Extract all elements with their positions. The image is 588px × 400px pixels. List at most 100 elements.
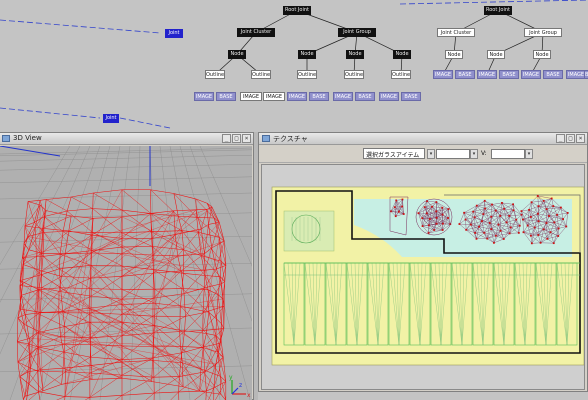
mesh-edge (91, 312, 123, 315)
graph-node[interactable]: IMAGE (379, 92, 399, 101)
minimize-icon[interactable]: _ (222, 134, 231, 143)
uv-vertex (520, 210, 523, 213)
graph-node[interactable]: Joint Cluster (437, 28, 475, 37)
mesh-edge (194, 390, 207, 400)
uv-canvas[interactable] (261, 164, 585, 390)
mesh-edge (41, 230, 69, 254)
graph-node[interactable]: Outline (391, 70, 411, 79)
maximize-icon[interactable]: □ (566, 134, 575, 143)
uv-vertex (490, 215, 493, 218)
mesh-edge (22, 257, 42, 275)
mesh-edge (89, 288, 123, 290)
graph-node[interactable]: Node (533, 50, 551, 59)
graph-node[interactable]: BASE (309, 92, 329, 101)
mesh-edge (184, 312, 204, 332)
chevron-down-icon[interactable]: ▾ (427, 149, 435, 159)
mesh-edge (21, 289, 39, 296)
uv-vertex (465, 228, 468, 231)
mesh-edge (91, 210, 174, 251)
mesh-edge (217, 294, 223, 300)
uv-vertex (552, 242, 555, 245)
graph-node[interactable]: Joint Cluster (237, 28, 275, 37)
mesh-edge (64, 396, 90, 398)
graph-node[interactable]: Node (445, 50, 463, 59)
mesh-edge (46, 199, 68, 212)
uv-island-green (283, 210, 335, 252)
v-value-field[interactable] (491, 149, 525, 159)
mesh-edge (42, 384, 62, 392)
viewport-titlebar[interactable]: 3D View _ □ × (0, 133, 253, 145)
uv-vertex (522, 231, 525, 234)
graph-node[interactable]: IMAGE (333, 92, 353, 101)
graph-node[interactable]: Joint Group (524, 28, 562, 37)
uv-vertex (503, 207, 506, 210)
uv-vertex (427, 224, 430, 227)
graph-node[interactable]: IMAGE (194, 92, 214, 101)
mesh-edge (153, 230, 183, 274)
graph-node[interactable]: Node (346, 50, 364, 59)
mesh-edge (185, 312, 204, 317)
graph-node[interactable]: IMAGE (263, 92, 285, 101)
graph-node[interactable]: Root Joint (283, 6, 311, 15)
mesh-edge (61, 253, 66, 277)
mesh-edge (16, 317, 19, 342)
mesh-edge (178, 391, 180, 400)
graph-node[interactable]: Outline (344, 70, 364, 79)
uv-vertex (402, 213, 405, 215)
mesh-edge (92, 378, 123, 380)
node-graph-editor[interactable]: Joint Root Joint Root Joint Joint Cluster Jo… (0, 0, 588, 132)
u-value-field[interactable] (436, 149, 470, 159)
mesh-edge (38, 391, 41, 400)
window-icon (262, 135, 270, 142)
uv-vertex (483, 199, 486, 202)
mesh-edge (195, 198, 208, 204)
mesh-edge (91, 246, 123, 251)
mesh-edge (27, 201, 35, 223)
graph-node[interactable]: Node (487, 50, 505, 59)
graph-node[interactable]: Joint (165, 29, 183, 38)
maximize-icon[interactable]: □ (232, 134, 241, 143)
uv-vertex (482, 213, 485, 216)
uv-vertex (528, 208, 530, 211)
graph-node[interactable]: IMAGE (566, 70, 586, 79)
close-icon[interactable]: × (576, 134, 585, 143)
mesh-edge (16, 341, 19, 362)
mesh-edge (196, 217, 215, 219)
graph-node[interactable]: Node (228, 50, 246, 59)
graph-node[interactable]: BASE (355, 92, 375, 101)
mesh-edge (153, 393, 155, 400)
3d-viewport[interactable]: x yz (0, 146, 252, 400)
graph-node[interactable]: IMAGE (477, 70, 497, 79)
graph-node[interactable]: Outline (205, 70, 225, 79)
graph-node[interactable]: BASE (499, 70, 519, 79)
graph-node[interactable]: Joint Group (338, 28, 376, 37)
texture-editor-titlebar[interactable]: テクスチャ _ □ × (259, 133, 587, 145)
v-spinner-icon[interactable]: ▾ (525, 149, 533, 159)
uv-vertex (512, 209, 515, 212)
graph-node[interactable]: Root Joint (484, 6, 512, 15)
uv-vertex (484, 207, 487, 210)
mesh-edge (202, 287, 205, 313)
mesh-edge (121, 297, 154, 300)
graph-node[interactable]: Node (298, 50, 316, 59)
graph-node[interactable]: BASE (543, 70, 563, 79)
u-spinner-icon[interactable]: ▾ (470, 149, 478, 159)
mesh-edge (60, 287, 64, 312)
graph-node[interactable]: IMAGE (240, 92, 262, 101)
graph-node[interactable]: IMAGE (521, 70, 541, 79)
close-icon[interactable]: × (242, 134, 251, 143)
graph-node[interactable]: BASE (455, 70, 475, 79)
graph-node[interactable]: BASE (401, 92, 421, 101)
mesh-edge (56, 396, 66, 400)
graph-node[interactable]: Joint (103, 114, 119, 123)
minimize-icon[interactable]: _ (556, 134, 565, 143)
graph-node[interactable]: IMAGE (433, 70, 453, 79)
graph-node[interactable]: IMAGE (287, 92, 307, 101)
graph-node[interactable]: Node (393, 50, 411, 59)
graph-node[interactable]: BASE (584, 70, 588, 79)
mesh-edge (40, 291, 60, 313)
mesh-edge (28, 332, 38, 339)
graph-node[interactable]: Outline (297, 70, 317, 79)
graph-node[interactable]: BASE (216, 92, 236, 101)
graph-node[interactable]: Outline (251, 70, 271, 79)
